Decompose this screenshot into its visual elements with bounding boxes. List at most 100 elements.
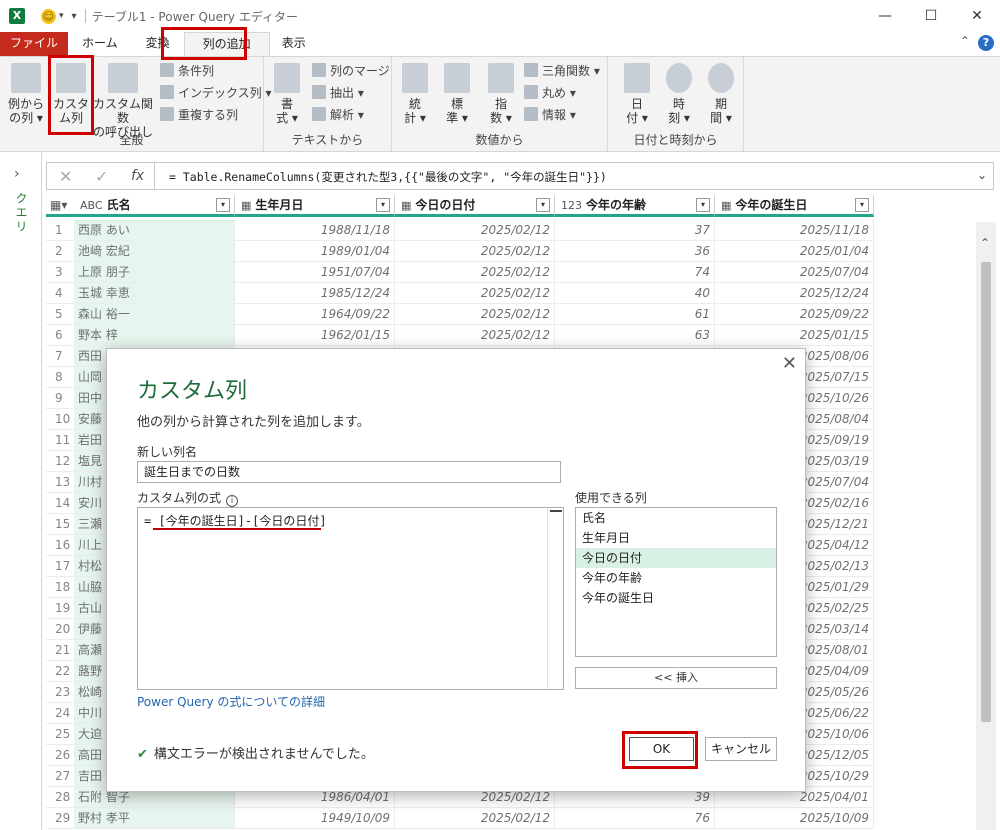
formula-text[interactable]: = Table.RenameColumns(変更された型3,{{"最後の文字",… [169, 169, 607, 185]
tab-transform[interactable]: 変換 [132, 32, 184, 56]
type-date-icon: ▦ [401, 199, 412, 212]
tab-home[interactable]: ホーム [68, 32, 132, 56]
smile-feedback-icon[interactable]: ☺ [41, 8, 56, 24]
conditional-column-label: 条件列 [178, 64, 215, 78]
custom-function-icon [108, 63, 138, 93]
filter-dropdown-icon[interactable]: ▾ [216, 198, 230, 212]
extract-button[interactable]: 抽出 ▾ [312, 83, 364, 103]
column-header-this-year-birthday[interactable]: ▦ 今年の誕生日 ▾ [715, 195, 874, 217]
quick-access-dropdown-icon[interactable]: ▾ [59, 11, 64, 21]
duration-label-2: 間 ▾ [710, 111, 732, 125]
custom-function-label-1: カスタム関数 [92, 97, 153, 125]
tab-view[interactable]: 表示 [270, 32, 318, 56]
type-date-icon: ▦ [241, 199, 252, 212]
column-header-today[interactable]: ▦ 今日の日付 ▾ [395, 195, 555, 217]
maximize-button[interactable]: ☐ [908, 0, 954, 32]
tab-add-column[interactable]: 列の追加 [183, 32, 270, 56]
available-column-item[interactable]: 今日の日付 [576, 548, 776, 568]
column-from-examples-icon [11, 63, 41, 93]
rounding-label: 丸め ▾ [542, 86, 576, 100]
cancel-button[interactable]: キャンセル [705, 737, 777, 761]
expand-queries-icon[interactable]: › [14, 166, 20, 182]
vertical-scrollbar[interactable]: ⌃ [976, 222, 996, 830]
expand-formula-icon[interactable]: ⌄ [977, 168, 987, 182]
standard-label-2: 準 ▾ [446, 111, 468, 125]
information-button[interactable]: 情報 ▾ [524, 105, 576, 125]
dialog-close-icon[interactable]: ✕ [782, 353, 797, 374]
date-button[interactable]: 日 付 ▾ [620, 63, 654, 125]
new-column-name-input[interactable]: 誕生日までの日数 [137, 461, 561, 483]
index-column-button[interactable]: インデックス列 ▾ [160, 83, 271, 103]
filter-dropdown-icon[interactable]: ▾ [855, 198, 869, 212]
insert-button[interactable]: << 挿入 [575, 667, 777, 689]
trigonometry-button[interactable]: 三角関数 ▾ [524, 61, 600, 81]
duration-label-1: 期 [714, 97, 727, 111]
dialog-title: カスタム列 [137, 379, 248, 404]
custom-column-button[interactable]: カスタ ム列 [52, 63, 90, 125]
column-header-birthdate[interactable]: ▦ 生年月日 ▾ [235, 195, 395, 217]
close-window-button[interactable]: ✕ [954, 0, 1000, 32]
available-columns-list[interactable]: 氏名 生年月日 今日の日付 今年の年齢 今年の誕生日 [575, 507, 777, 657]
invoke-custom-function-button[interactable]: カスタム関数 の呼び出し [90, 63, 156, 139]
filter-dropdown-icon[interactable]: ▾ [376, 198, 390, 212]
standard-icon [444, 63, 470, 93]
help-icon[interactable]: ? [978, 35, 994, 51]
custom-formula-text[interactable]: = [今年の誕生日]-[今日の日付] [144, 512, 327, 529]
available-column-item[interactable]: 生年月日 [576, 528, 776, 548]
custom-formula-editor[interactable]: = [今年の誕生日]-[今日の日付] [137, 507, 564, 690]
column-header-label: 今日の日付 [415, 198, 476, 212]
power-query-formula-link[interactable]: Power Query の式についての詳細 [137, 693, 325, 710]
group-label-general: 全般 [119, 133, 144, 147]
column-header-name[interactable]: ABC 氏名 ▾ [74, 195, 235, 217]
tab-file[interactable]: ファイル [0, 32, 69, 56]
column-from-examples-button[interactable]: 例から の列 ▾ [6, 63, 46, 125]
statistics-button[interactable]: 統 計 ▾ [398, 63, 432, 125]
filter-dropdown-icon[interactable]: ▾ [536, 198, 550, 212]
conditional-column-button[interactable]: 条件列 [160, 61, 214, 81]
parse-label: 解析 ▾ [330, 108, 364, 122]
formula-highlight-underline [153, 528, 321, 530]
formula-bar: ✕ ✓ fx = Table.RenameColumns(変更された型3,{{"… [46, 162, 994, 190]
extract-icon [312, 85, 326, 99]
duplicate-column-button[interactable]: 重複する列 [160, 105, 238, 125]
customize-toolbar-icon[interactable]: ▾ [72, 11, 77, 22]
merge-columns-button[interactable]: 列のマージ [312, 61, 390, 81]
parse-button[interactable]: 解析 ▾ [312, 105, 364, 125]
fx-icon[interactable]: fx [131, 168, 144, 184]
available-column-item[interactable]: 今年の誕生日 [576, 588, 776, 608]
title-separator [84, 9, 86, 23]
column-from-examples-label-1: 例から [7, 97, 44, 111]
queries-pane: › クエリ [0, 152, 42, 830]
filter-dropdown-icon[interactable]: ▾ [696, 198, 710, 212]
time-button[interactable]: 時 刻 ▾ [662, 63, 696, 125]
index-column-label: インデックス列 ▾ [178, 86, 272, 100]
available-column-item[interactable]: 今年の年齢 [576, 568, 776, 588]
custom-column-dialog: ✕ カスタム列 他の列から計算された列を追加します。 新しい列名 誕生日までの日… [106, 348, 806, 792]
scrollbar-thumb[interactable] [981, 262, 991, 722]
scroll-up-icon[interactable]: ⌃ [980, 236, 990, 250]
duplicate-column-icon [160, 107, 174, 121]
formula-scrollbar[interactable] [547, 508, 563, 689]
column-from-examples-label-2: の列 ▾ [9, 111, 43, 125]
available-column-item[interactable]: 氏名 [576, 508, 776, 528]
commit-formula-icon[interactable]: ✓ [95, 167, 108, 186]
ok-button[interactable]: OK [629, 737, 694, 761]
queries-label[interactable]: クエリ [13, 192, 30, 234]
column-header-label: 氏名 [106, 198, 131, 212]
standard-button[interactable]: 標 準 ▾ [440, 63, 474, 125]
group-general: 例から の列 ▾ カスタ ム列 カスタム関数 の呼び出し 条件列 インデックス列… [0, 57, 271, 151]
column-header-age[interactable]: 123 今年の年齢 ▾ [555, 195, 715, 217]
rounding-button[interactable]: 丸め ▾ [524, 83, 576, 103]
check-icon: ✔ [137, 747, 148, 762]
info-icon[interactable]: i [226, 495, 239, 507]
minimize-button[interactable]: — [862, 0, 908, 32]
statistics-icon [402, 63, 428, 93]
format-button[interactable]: 書 式 ▾ [270, 63, 304, 125]
table-menu-button[interactable]: ▦▾ [46, 195, 74, 217]
group-datetime: 日 付 ▾ 時 刻 ▾ 期 間 ▾ 日付と時刻から [608, 57, 744, 151]
duration-button[interactable]: 期 間 ▾ [704, 63, 738, 125]
calendar-icon [624, 63, 650, 93]
collapse-ribbon-icon[interactable]: ⌃ [960, 34, 970, 48]
cancel-formula-icon[interactable]: ✕ [59, 167, 72, 186]
scientific-button[interactable]: 指 数 ▾ [484, 63, 518, 125]
